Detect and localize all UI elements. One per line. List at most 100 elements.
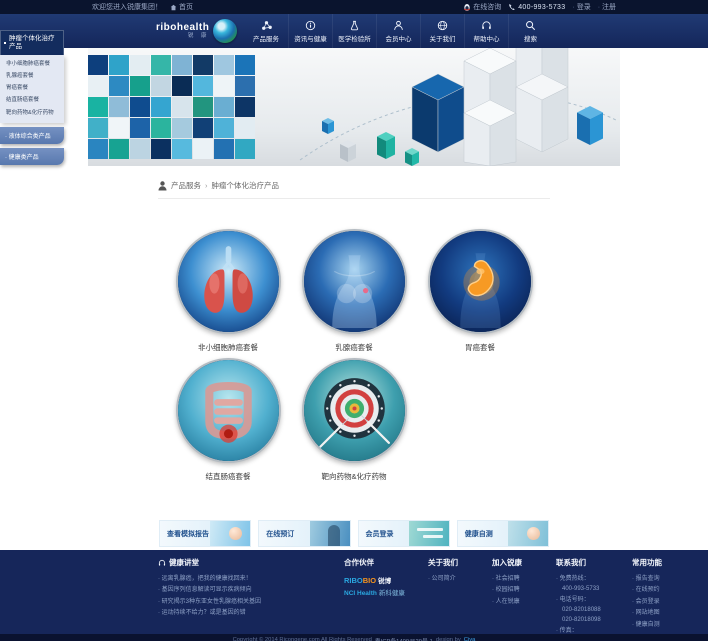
product-label: 靶向药物&化疗药物 [321, 472, 386, 481]
member-icon [393, 20, 404, 31]
mosaic-tile [235, 55, 255, 75]
mosaic-tile [214, 139, 234, 159]
product-label: 乳腺癌套餐 [335, 343, 373, 352]
nav-item-search[interactable]: 搜索 [508, 14, 552, 48]
sidebar-item-nsclc[interactable]: 非小细胞肺癌套餐 [0, 58, 64, 70]
login-link[interactable]: 登录 [572, 2, 590, 12]
footer-link[interactable]: 运动持续不给力？或是基因的错 [158, 608, 344, 619]
welcome-text: 欢迎您进入锐康集团！ [92, 2, 162, 12]
design-author-link[interactable]: Ciya [464, 637, 476, 641]
banner [88, 48, 620, 166]
sidebar-item-tumor-products[interactable]: 肿瘤个体化治疗产品 [0, 30, 64, 55]
product-nsclc[interactable]: 非小细胞肺癌套餐 [165, 229, 291, 352]
footer-col-about: 关于我们 公司简介 [428, 557, 492, 634]
mosaic-tile [130, 118, 150, 138]
sidebar-item-gastric-cancer[interactable]: 胃癌套餐 [0, 82, 64, 94]
logo[interactable]: ribohealth 锐 康 [156, 19, 237, 43]
nav-item-member-center[interactable]: 会员中心 [376, 14, 420, 48]
mosaic-tile [151, 97, 171, 117]
footer-link[interactable]: 健康自测 [632, 620, 688, 631]
register-link[interactable]: 注册 [598, 2, 616, 12]
mosaic-tile [88, 55, 108, 75]
mosaic-tile [88, 118, 108, 138]
copyright-bar: Copyright © 2014 Ricongene.com All Right… [0, 634, 708, 641]
globe-icon [437, 20, 448, 31]
nav-item-products[interactable]: 产品服务 [244, 14, 288, 48]
partner-ribobio-logo[interactable]: RIBOBIO锐博 [344, 574, 428, 588]
promo-health-selftest[interactable]: 健康自测 [457, 520, 549, 547]
footer-link[interactable]: 会员登录 [632, 597, 688, 608]
tel-number: 020-82018088 [556, 606, 632, 616]
nav-item-about-us[interactable]: 关于我们 [420, 14, 464, 48]
page: 欢迎您进入锐康集团！ 首页 在线咨询 400-993-5 [0, 0, 708, 641]
mosaic-tile [172, 97, 192, 117]
sidebar-item-liquid-products[interactable]: 液体综合类产品 [0, 127, 64, 144]
promo-image [310, 521, 350, 546]
sidebar-item-targeted-drugs[interactable]: 靶向药物&化疗药物 [0, 107, 64, 119]
footer-link[interactable]: 社会招聘 [492, 574, 556, 585]
promo-member-login[interactable]: 会员登录 [358, 520, 450, 547]
breadcrumb-current: 肿瘤个体化治疗产品 [212, 180, 280, 191]
footer-link[interactable]: 网站地图 [632, 608, 688, 619]
mosaic-tile [172, 118, 192, 138]
qq-icon [463, 3, 471, 12]
headset-icon [481, 20, 492, 31]
footer-col-functions: 常用功能 报告查询 在线预约 会员登录 网站地图 健康自测 [632, 557, 688, 634]
footer-link[interactable]: 报告查询 [632, 574, 688, 585]
mosaic-tile [151, 139, 171, 159]
partner-ncihealth-logo[interactable]: NCI Health新科健康 [344, 588, 428, 600]
colorectal-cancer-image [176, 358, 281, 463]
mosaic-tile [130, 76, 150, 96]
logo-globe-icon [213, 19, 237, 43]
product-targeted-drugs[interactable]: 靶向药物&化疗药物 [291, 358, 417, 481]
mosaic-tile [109, 76, 129, 96]
mosaic-tile [88, 139, 108, 159]
logo-text-cn: 锐 康 [156, 33, 209, 39]
sidebar-item-health-products[interactable]: 健康类产品 [0, 148, 64, 165]
sidebar-item-breast-cancer[interactable]: 乳腺癌套餐 [0, 70, 64, 82]
mosaic-tile [172, 139, 192, 159]
mosaic-tile [88, 97, 108, 117]
product-label: 非小细胞肺癌套餐 [198, 343, 258, 352]
user-icon [158, 181, 167, 191]
promo-online-booking[interactable]: 在线预订 [258, 520, 350, 547]
nav-item-medical-lab[interactable]: 医学检验所 [332, 14, 376, 48]
online-consult-link[interactable]: 在线咨询 [463, 2, 501, 12]
product-breast-cancer[interactable]: 乳腺癌套餐 [291, 229, 417, 352]
breadcrumb-section[interactable]: 产品服务 [171, 180, 201, 191]
mosaic-tile [235, 118, 255, 138]
sidebar-item-colorectal-cancer[interactable]: 结直肠癌套餐 [0, 94, 64, 106]
flask-icon [349, 20, 360, 31]
product-gastric-cancer[interactable]: 胃癌套餐 [417, 229, 543, 352]
mosaic-tile [130, 139, 150, 159]
footer-col-partners: 合作伙伴 RIBOBIO锐博 NCI Health新科健康 [344, 557, 428, 634]
breast-cancer-image [302, 229, 407, 334]
footer-link[interactable]: 人在锐康 [492, 597, 556, 608]
copyright-text: Copyright © 2014 Ricongene.com All Right… [233, 637, 372, 641]
promo-view-sample-report[interactable]: 查看模拟报告 [159, 520, 251, 547]
hotline-label: 免费热线： [556, 574, 632, 585]
mosaic-tile [151, 118, 171, 138]
mosaic-tile [235, 97, 255, 117]
mosaic-tile [109, 97, 129, 117]
footer: 健康讲堂 远离乳腺癌，把我的健康找回来！ 基因序列信息解读可显示疾病倾向 研究揭… [0, 550, 708, 634]
mosaic-tile [193, 76, 213, 96]
footer-link[interactable]: 校园招聘 [492, 585, 556, 596]
breadcrumb-separator: › [205, 181, 208, 190]
targeted-therapy-image [302, 358, 407, 463]
products-grid: 非小细胞肺癌套餐 乳腺癌套餐 [165, 229, 543, 487]
footer-link[interactable]: 基因序列信息解读可显示疾病倾向 [158, 585, 344, 596]
mosaic-tile [151, 76, 171, 96]
mosaic-tile [172, 76, 192, 96]
nav-item-help-center[interactable]: 帮助中心 [464, 14, 508, 48]
nav-item-news-health[interactable]: 资讯与健康 [288, 14, 332, 48]
product-colorectal-cancer[interactable]: 结直肠癌套餐 [165, 358, 291, 481]
home-link[interactable]: 首页 [170, 2, 193, 12]
footer-link[interactable]: 在线预约 [632, 585, 688, 596]
footer-link[interactable]: 研究揭示3种东亚女性乳腺癌相关基因 [158, 597, 344, 608]
footer-link[interactable]: 公司简介 [428, 574, 492, 585]
sidebar: 肿瘤个体化治疗产品 非小细胞肺癌套餐 乳腺癌套餐 胃癌套餐 结直肠癌套餐 靶向药… [0, 30, 64, 165]
fax-label: 传真： [556, 626, 632, 634]
product-label: 结直肠癌套餐 [206, 472, 251, 481]
footer-link[interactable]: 远离乳腺癌，把我的健康找回来！ [158, 574, 344, 585]
